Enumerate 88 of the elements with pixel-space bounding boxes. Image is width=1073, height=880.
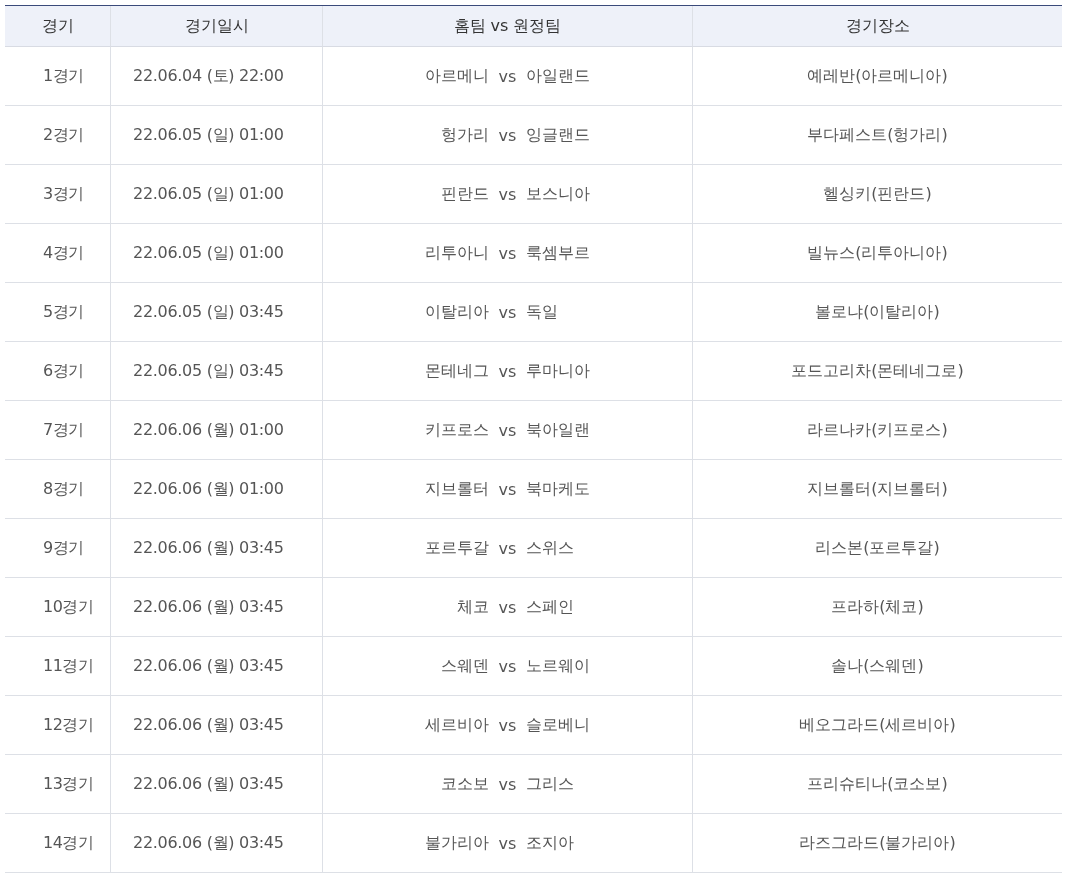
- table-cell: 22.06.06 (월) 03:45: [110, 578, 322, 637]
- vs-label: vs: [498, 66, 517, 86]
- vs-label: vs: [498, 656, 517, 676]
- home-team: 리투아니: [423, 242, 489, 264]
- table-cell: 8경기: [5, 460, 110, 519]
- vs-label: vs: [498, 833, 517, 853]
- table-cell: 22.06.05 (일) 03:45: [110, 342, 322, 401]
- away-team: 스페인: [526, 596, 576, 618]
- vs-label: vs: [498, 715, 517, 735]
- table-cell: 2경기: [5, 106, 110, 165]
- away-team: 스위스: [526, 537, 576, 559]
- table-cell: 3경기: [5, 165, 110, 224]
- table-cell: 22.06.05 (일) 01:00: [110, 165, 322, 224]
- home-team: 불가리아: [423, 832, 489, 854]
- table-cell: 부다페스트(헝가리): [692, 106, 1062, 165]
- home-team: 체코: [455, 596, 489, 618]
- vs-label: vs: [498, 361, 517, 381]
- table-cell: 5경기: [5, 283, 110, 342]
- table-cell: 솔나(스웨덴): [692, 637, 1062, 696]
- home-team: 코소보: [439, 773, 489, 795]
- vs-label: vs: [498, 125, 517, 145]
- table-cell: 22.06.04 (토) 22:00: [110, 47, 322, 106]
- table-cell: 지브롤터(지브롤터): [692, 460, 1062, 519]
- table-cell: 22.06.06 (월) 03:45: [110, 637, 322, 696]
- home-team: 세르비아: [423, 714, 489, 736]
- table-cell: 22.06.06 (월) 03:45: [110, 755, 322, 814]
- home-team: 핀란드: [439, 183, 489, 205]
- table-cell: 11경기: [5, 637, 110, 696]
- table-cell: 13경기: [5, 755, 110, 814]
- table-cell: 프리슈티나(코소보): [692, 755, 1062, 814]
- table-cell: 22.06.06 (월) 01:00: [110, 401, 322, 460]
- away-team: 잉글랜드: [526, 124, 592, 146]
- home-team: 스웨덴: [439, 655, 489, 677]
- table-cell: 빌뉴스(리투아니아): [692, 224, 1062, 283]
- table-cell: 22.06.06 (월) 03:45: [110, 814, 322, 873]
- away-team: 노르웨이: [526, 655, 592, 677]
- vs-label: vs: [498, 774, 517, 794]
- table-cell: 볼로냐(이탈리아): [692, 283, 1062, 342]
- table-cell: 12경기: [5, 696, 110, 755]
- vs-label: vs: [498, 479, 517, 499]
- away-team: 그리스: [526, 773, 576, 795]
- table-cell: 1경기: [5, 47, 110, 106]
- home-team: 이탈리아: [423, 301, 489, 323]
- table-cell: 22.06.06 (월) 03:45: [110, 696, 322, 755]
- table-cell: 22.06.06 (월) 01:00: [110, 460, 322, 519]
- vs-label: vs: [498, 184, 517, 204]
- home-team: 헝가리: [439, 124, 489, 146]
- away-team: 독일: [526, 301, 560, 323]
- table-cell: 6경기: [5, 342, 110, 401]
- vs-label: vs: [498, 243, 517, 263]
- away-team: 아일랜드: [526, 65, 592, 87]
- vs-label: vs: [498, 538, 517, 558]
- table-cell: 예레반(아르메니아): [692, 47, 1062, 106]
- table-cell: 22.06.05 (일) 01:00: [110, 224, 322, 283]
- away-team: 보스니아: [526, 183, 592, 205]
- column-header: 홈팀 vs 원정팀: [322, 6, 692, 47]
- home-team: 지브롤터: [423, 478, 489, 500]
- table-cell: 포드고리차(몬테네그로): [692, 342, 1062, 401]
- column-header: 경기일시: [110, 6, 322, 47]
- table-cell: 22.06.06 (월) 03:45: [110, 519, 322, 578]
- home-team: 키프로스: [423, 419, 489, 441]
- column-header: 경기장소: [692, 6, 1062, 47]
- away-team: 슬로베니: [526, 714, 592, 736]
- table-cell: 14경기: [5, 814, 110, 873]
- table-cell: 10경기: [5, 578, 110, 637]
- table-cell: 9경기: [5, 519, 110, 578]
- table-cell: 리스본(포르투갈): [692, 519, 1062, 578]
- vs-label: vs: [498, 420, 517, 440]
- away-team: 조지아: [526, 832, 576, 854]
- home-team: 아르메니: [423, 65, 489, 87]
- home-team: 몬테네그: [423, 360, 489, 382]
- table-cell: 프라하(체코): [692, 578, 1062, 637]
- table-cell: 헬싱키(핀란드): [692, 165, 1062, 224]
- away-team: 북마케도: [526, 478, 592, 500]
- column-header: 경기: [5, 6, 110, 47]
- away-team: 루마니아: [526, 360, 592, 382]
- table-cell: 7경기: [5, 401, 110, 460]
- vs-label: vs: [498, 302, 517, 322]
- vs-label: vs: [498, 597, 517, 617]
- table-cell: 라르나카(키프로스): [692, 401, 1062, 460]
- home-team: 포르투갈: [423, 537, 489, 559]
- away-team: 북아일랜: [526, 419, 592, 441]
- table-cell: 라즈그라드(불가리아): [692, 814, 1062, 873]
- table-cell: 22.06.05 (일) 03:45: [110, 283, 322, 342]
- table-cell: 4경기: [5, 224, 110, 283]
- away-team: 룩셈부르: [526, 242, 592, 264]
- table-cell: 22.06.05 (일) 01:00: [110, 106, 322, 165]
- table-cell: 베오그라드(세르비아): [692, 696, 1062, 755]
